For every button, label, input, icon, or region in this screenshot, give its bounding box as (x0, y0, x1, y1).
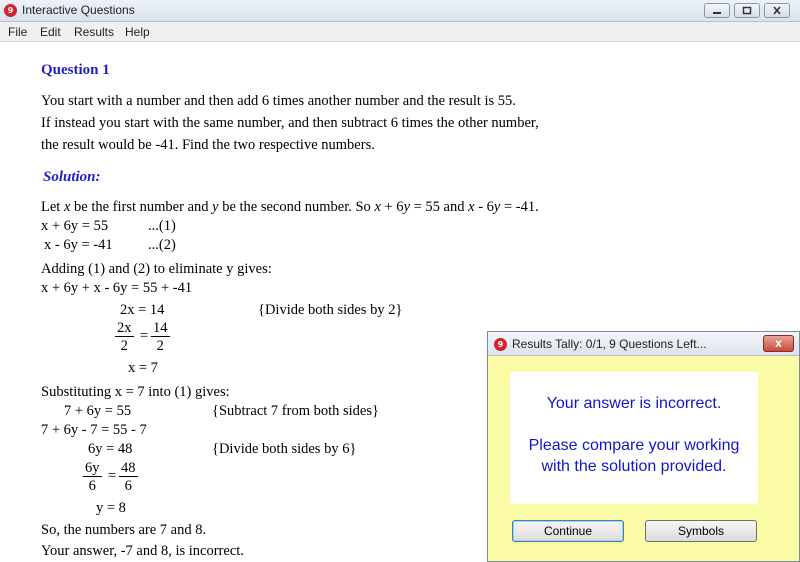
continue-button[interactable]: Continue (512, 520, 624, 542)
question-heading: Question 1 (41, 62, 110, 78)
fraction-denominator: 6 (88, 478, 96, 494)
fraction-numerator: 14 (151, 320, 170, 337)
menu-edit[interactable]: Edit (40, 25, 61, 39)
fraction-48-over-6: 48 6 (119, 460, 138, 495)
fraction-denominator: 6 (124, 478, 132, 494)
maximize-button[interactable] (734, 3, 760, 18)
minimize-icon (713, 12, 721, 14)
question-line-3: the result would be -41. Find the two re… (41, 137, 375, 153)
question-line-2: If instead you start with the same numbe… (41, 115, 539, 131)
compare-message-line-2: with the solution provided. (541, 458, 727, 475)
fraction-numerator: 2x (115, 320, 134, 337)
app-logo-icon: 9 (494, 338, 507, 351)
dialog-title-bar: 9 Results Tally: 0/1, 9 Questions Left..… (488, 332, 799, 356)
equation-2: x - 6y = -41 (44, 237, 113, 253)
title-bar: 9 Interactive Questions (0, 0, 800, 22)
note-subtract-7: {Subtract 7 from both sides} (212, 403, 379, 419)
sum-equation: x + 6y + x - 6y = 55 + -41 (41, 280, 193, 296)
menu-help[interactable]: Help (125, 25, 150, 39)
fraction-numerator: 6y (83, 460, 102, 477)
note-divide-by-2: {Divide both sides by 2} (258, 302, 403, 318)
close-icon (773, 6, 781, 15)
adding-text: Adding (1) and (2) to eliminate y gives: (41, 261, 272, 277)
window-title: Interactive Questions (22, 3, 135, 17)
fraction-denominator: 2 (156, 338, 164, 354)
dialog-title: Results Tally: 0/1, 9 Questions Left... (512, 337, 707, 351)
x-result: x = 7 (128, 360, 158, 376)
question-line-1: You start with a number and then add 6 t… (41, 93, 516, 109)
step-2x: 2x = 14 (120, 302, 165, 318)
app-logo-icon: 9 (4, 4, 17, 17)
your-answer-text: Your answer, -7 and 8, is incorrect. (41, 543, 244, 559)
maximize-icon (742, 6, 752, 15)
compare-message-line-1: Please compare your working (528, 437, 740, 454)
equation-1: x + 6y = 55 (41, 218, 109, 234)
incorrect-message: Your answer is incorrect. (546, 395, 722, 412)
equation-2-tag: ...(2) (148, 237, 176, 253)
menu-file[interactable]: File (8, 25, 27, 39)
substitution-step-1: 7 + 6y = 55 (64, 403, 132, 419)
y-result: y = 8 (96, 500, 126, 516)
equation-1-tag: ...(1) (148, 218, 176, 234)
equals-sign: = (108, 468, 117, 484)
equals-sign: = (140, 328, 149, 344)
substitution-step-3: 6y = 48 (88, 441, 133, 457)
conclusion-text: So, the numbers are 7 and 8. (41, 522, 207, 538)
menu-results[interactable]: Results (74, 25, 114, 39)
fraction-numerator: 48 (119, 460, 138, 477)
message-panel: Your answer is incorrect. Please compare… (510, 372, 758, 504)
fraction-denominator: 2 (120, 338, 128, 354)
note-divide-by-6: {Divide both sides by 6} (212, 441, 357, 457)
symbols-button[interactable]: Symbols (645, 520, 757, 542)
solution-intro: Let x be the first number and y be the s… (41, 199, 539, 215)
fraction-6y-over-6: 6y 6 (83, 460, 102, 495)
fraction-2x-over-2: 2x 2 (115, 320, 134, 355)
substituting-text: Substituting x = 7 into (1) gives: (41, 384, 230, 400)
menu-bar: File Edit Results Help (0, 22, 800, 42)
substitution-step-2: 7 + 6y - 7 = 55 - 7 (41, 422, 147, 438)
close-icon: x (775, 336, 782, 350)
solution-heading: Solution: (43, 169, 101, 185)
minimize-button[interactable] (704, 3, 730, 18)
fraction-14-over-2: 14 2 (151, 320, 170, 355)
results-tally-dialog: 9 Results Tally: 0/1, 9 Questions Left..… (487, 331, 800, 562)
dialog-close-button[interactable]: x (763, 335, 794, 352)
close-window-button[interactable] (764, 3, 790, 18)
